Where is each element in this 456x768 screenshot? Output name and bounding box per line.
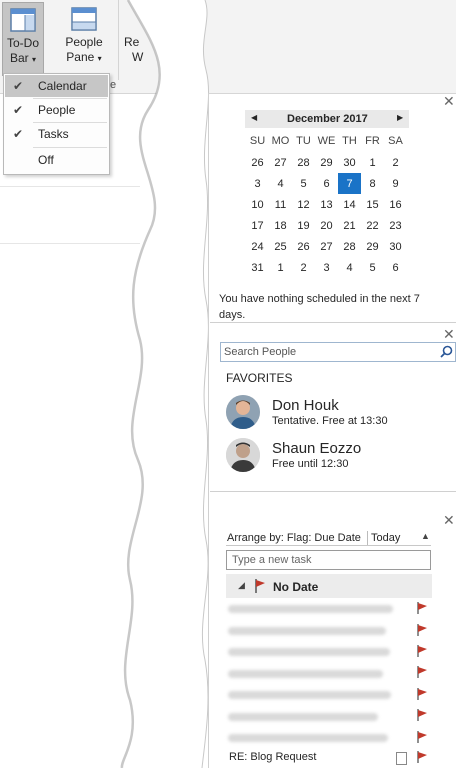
month-title: December 2017 xyxy=(287,113,368,125)
calendar-grid: SU MO TU WE TH FR SA 26 27 28 29 30 1 2 … xyxy=(246,130,410,278)
calendar-day[interactable]: 29 xyxy=(315,152,338,173)
task-item-redacted[interactable] xyxy=(228,670,383,678)
calendar-day[interactable]: 31 xyxy=(246,257,269,278)
weekday-label: TU xyxy=(296,135,311,147)
flag-icon xyxy=(255,579,265,593)
calendar-day[interactable]: 28 xyxy=(292,152,315,173)
favorites-heading: FAVORITES xyxy=(226,371,293,385)
contact-status: Tentative. Free at 13:30 xyxy=(272,415,388,427)
contact-status: Free until 12:30 xyxy=(272,458,349,470)
person-photo-icon xyxy=(226,395,260,429)
weekday-row: SU MO TU WE TH FR SA xyxy=(246,130,407,152)
search-placeholder: Search People xyxy=(224,346,297,358)
task-item-redacted[interactable] xyxy=(228,691,391,699)
search-icon[interactable] xyxy=(440,345,453,358)
calendar-day[interactable]: 12 xyxy=(292,194,315,215)
calendar-day[interactable]: 25 xyxy=(269,236,292,257)
avatar[interactable] xyxy=(226,438,260,472)
calendar-day[interactable]: 30 xyxy=(338,152,361,173)
new-task-placeholder: Type a new task xyxy=(232,554,312,566)
task-item-redacted[interactable] xyxy=(228,734,388,742)
calendar-day[interactable]: 3 xyxy=(315,257,338,278)
people-search-input[interactable]: Search People xyxy=(220,342,456,362)
section-divider xyxy=(210,322,456,323)
divider xyxy=(367,531,368,545)
calendar-day[interactable]: 3 xyxy=(246,173,269,194)
task-item-redacted[interactable] xyxy=(228,605,393,613)
task-group-label: No Date xyxy=(273,580,319,594)
calendar-day[interactable]: 19 xyxy=(292,215,315,236)
task-checkbox[interactable] xyxy=(396,752,407,765)
section-divider xyxy=(210,491,456,492)
calendar-day[interactable]: 11 xyxy=(269,194,292,215)
calendar-day[interactable]: 15 xyxy=(361,194,384,215)
weekday-label: MO xyxy=(271,135,290,147)
calendar-day[interactable]: 8 xyxy=(361,173,384,194)
calendar-day[interactable]: 26 xyxy=(292,236,315,257)
arrange-by-label[interactable]: Arrange by: Flag: Due Date xyxy=(227,532,361,544)
close-calendar-icon[interactable]: ✕ xyxy=(443,93,455,110)
calendar-day[interactable]: 5 xyxy=(361,257,384,278)
task-item-redacted[interactable] xyxy=(228,627,386,635)
calendar-empty-message: You have nothing scheduled in the next 7… xyxy=(219,293,420,321)
task-item-redacted[interactable] xyxy=(228,713,378,721)
next-month-arrow-icon[interactable]: ▶ xyxy=(397,113,403,122)
person-photo-icon xyxy=(226,438,260,472)
contact-name[interactable]: Shaun Eozzo xyxy=(272,440,361,457)
calendar-day[interactable]: 18 xyxy=(269,215,292,236)
calendar-day[interactable]: 10 xyxy=(246,194,269,215)
sort-direction-icon[interactable]: ▲ xyxy=(421,531,430,541)
weekday-label: SU xyxy=(249,135,266,147)
avatar[interactable] xyxy=(226,395,260,429)
task-flags xyxy=(417,602,427,763)
collapse-triangle-icon[interactable]: ◢ xyxy=(238,580,245,591)
calendar-day[interactable]: 29 xyxy=(361,236,384,257)
weekday-label: FR xyxy=(365,135,380,147)
weekday-label: SA xyxy=(388,135,403,147)
calendar-day[interactable]: 21 xyxy=(338,215,361,236)
task-item-redacted[interactable] xyxy=(228,648,390,656)
task-group-header[interactable]: ◢ No Date xyxy=(226,574,432,598)
calendar-day[interactable]: 2 xyxy=(384,152,407,173)
pane-border xyxy=(208,93,209,768)
prev-month-arrow-icon[interactable]: ◀ xyxy=(251,113,257,122)
calendar-day[interactable]: 14 xyxy=(338,194,361,215)
calendar-day[interactable]: 1 xyxy=(269,257,292,278)
calendar-day[interactable]: 4 xyxy=(269,173,292,194)
calendar-day[interactable]: 6 xyxy=(315,173,338,194)
calendar-day[interactable]: 28 xyxy=(338,236,361,257)
calendar-day[interactable]: 9 xyxy=(384,173,407,194)
calendar-day[interactable]: 26 xyxy=(246,152,269,173)
calendar-day[interactable]: 16 xyxy=(384,194,407,215)
calendar-day[interactable]: 20 xyxy=(315,215,338,236)
calendar-day[interactable]: 27 xyxy=(269,152,292,173)
divider xyxy=(226,545,431,546)
close-tasks-icon[interactable]: ✕ xyxy=(443,512,455,529)
calendar-header: ◀ December 2017 ▶ xyxy=(245,110,409,128)
weekday-label: WE xyxy=(317,135,336,147)
calendar-day[interactable]: 30 xyxy=(384,236,407,257)
calendar-day[interactable]: 2 xyxy=(292,257,315,278)
calendar-day[interactable]: 22 xyxy=(361,215,384,236)
close-people-icon[interactable]: ✕ xyxy=(443,326,455,343)
weekday-label: TH xyxy=(342,135,357,147)
calendar-day[interactable]: 4 xyxy=(338,257,361,278)
calendar-day[interactable]: 6 xyxy=(384,257,407,278)
calendar-day[interactable]: 24 xyxy=(246,236,269,257)
sort-order-label[interactable]: Today xyxy=(371,532,400,544)
contact-name[interactable]: Don Houk xyxy=(272,397,339,414)
task-item[interactable]: RE: Blog Request xyxy=(229,751,316,763)
calendar-day[interactable]: 27 xyxy=(315,236,338,257)
calendar-day[interactable]: 17 xyxy=(246,215,269,236)
new-task-input[interactable]: Type a new task xyxy=(226,550,431,570)
calendar-day[interactable]: 23 xyxy=(384,215,407,236)
calendar-day[interactable]: 1 xyxy=(361,152,384,173)
calendar-day-today[interactable]: 7 xyxy=(338,173,361,194)
calendar-day[interactable]: 13 xyxy=(315,194,338,215)
calendar-day[interactable]: 5 xyxy=(292,173,315,194)
